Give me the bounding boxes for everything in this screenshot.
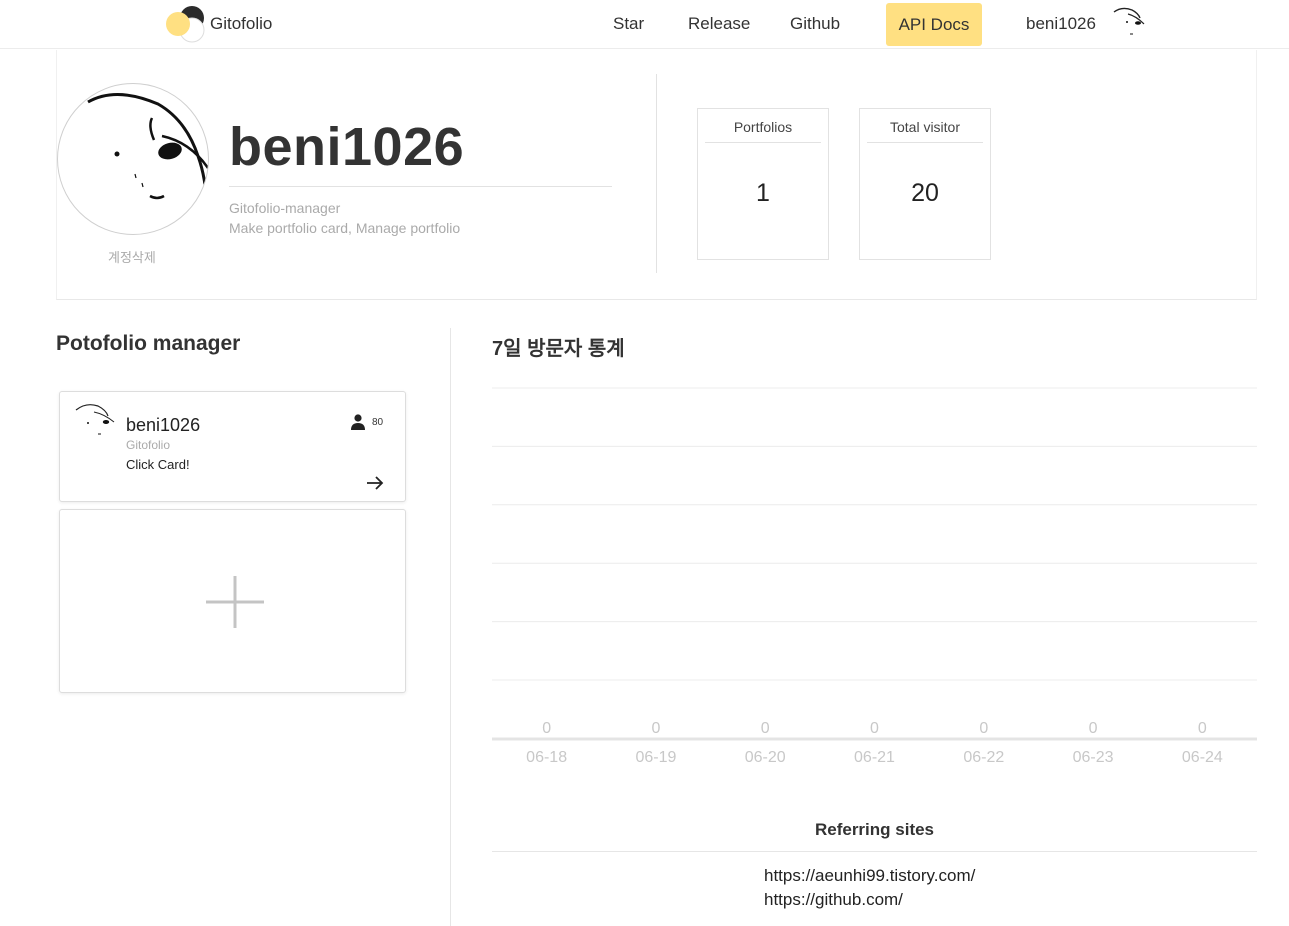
chart-tick-label: 06-20: [745, 749, 786, 766]
stat-total-visitor-value: 20: [911, 179, 939, 207]
card-description: Click Card!: [126, 457, 190, 472]
chart-value-label: 0: [870, 720, 879, 737]
visitor-chart: 0 06-18 0 06-19 0 06-20 0 06-21 0 06-22 0 06-23 0 06-…: [492, 380, 1257, 775]
chart-value-label: 0: [1089, 720, 1098, 737]
chart-tick-label: 06-24: [1182, 749, 1223, 766]
referring-site-link[interactable]: https://aeunhi99.tistory.com/: [764, 864, 975, 888]
plus-icon: [204, 574, 266, 630]
nav-link-github[interactable]: Github: [790, 14, 840, 34]
chart-tick-label: 06-22: [963, 749, 1004, 766]
stat-portfolios-value: 1: [756, 179, 770, 207]
visitor-chart-svg: 0 06-18 0 06-19 0 06-20 0 06-21 0 06-22 0 06-23 0 06-…: [492, 387, 1257, 766]
brand-logo-link[interactable]: Gitofolio: [165, 4, 272, 44]
chart-tick-label: 06-21: [854, 749, 895, 766]
nav-link-star[interactable]: Star: [613, 14, 644, 34]
nav-username-link[interactable]: beni1026: [1026, 14, 1096, 34]
profile-bio-description: Make portfolio card, Manage portfolio: [229, 220, 461, 236]
chart-value-label: 0: [651, 720, 660, 737]
brand-name: Gitofolio: [210, 14, 273, 33]
card-avatar-icon: [72, 402, 118, 440]
portfolio-manager-title: Potofolio manager: [56, 332, 241, 355]
stat-portfolios: Portfolios 1: [697, 108, 829, 260]
delete-account-link[interactable]: 계정삭제: [108, 247, 156, 266]
person-icon: [350, 413, 366, 431]
profile-username: beni1026: [229, 117, 465, 177]
chart-tick-label: 06-18: [526, 749, 567, 766]
polar-bear-avatar-icon: [87, 92, 208, 217]
portfolio-card[interactable]: beni1026 Gitofolio Click Card! 80: [59, 391, 406, 502]
referring-sites-divider: [492, 851, 1257, 852]
chart-value-label: 0: [1198, 720, 1207, 737]
profile-section: 계정삭제 beni1026 Gitofolio-manager Make por…: [56, 50, 1257, 300]
chart-value-label: 0: [542, 720, 551, 737]
add-portfolio-card[interactable]: [59, 509, 406, 693]
chart-tick-label: 06-23: [1073, 749, 1114, 766]
profile-vertical-divider: [656, 74, 657, 273]
chart-tick-label: 06-19: [635, 749, 676, 766]
referring-sites-title: Referring sites: [814, 820, 935, 839]
visitor-stats-title: 7일 방문자 통계: [492, 338, 625, 360]
profile-bio-title: Gitofolio-manager: [229, 200, 341, 216]
nav-link-release[interactable]: Release: [688, 14, 750, 34]
top-nav: Gitofolio Star Release Github API Docs b…: [0, 0, 1289, 49]
stat-total-visitor-label: Total visitor: [867, 109, 983, 143]
arrow-right-icon[interactable]: [365, 474, 385, 492]
nav-avatar-icon[interactable]: [1106, 4, 1148, 42]
column-divider: [450, 328, 451, 926]
gitofolio-logo-icon: [165, 4, 205, 44]
chart-value-label: 0: [761, 720, 770, 737]
chart-value-label: 0: [979, 720, 988, 737]
card-subtitle: Gitofolio: [126, 438, 171, 452]
card-visit-count: 80: [372, 417, 384, 428]
stat-portfolios-label: Portfolios: [705, 109, 821, 143]
stat-total-visitor: Total visitor 20: [859, 108, 991, 260]
api-docs-button[interactable]: API Docs: [886, 3, 982, 46]
profile-avatar: [57, 83, 209, 235]
referring-site-link[interactable]: https://github.com/: [764, 888, 975, 912]
card-username: beni1026: [126, 415, 201, 435]
referring-sites-list: https://aeunhi99.tistory.com/ https://gi…: [764, 864, 975, 912]
username-divider: [229, 186, 612, 187]
